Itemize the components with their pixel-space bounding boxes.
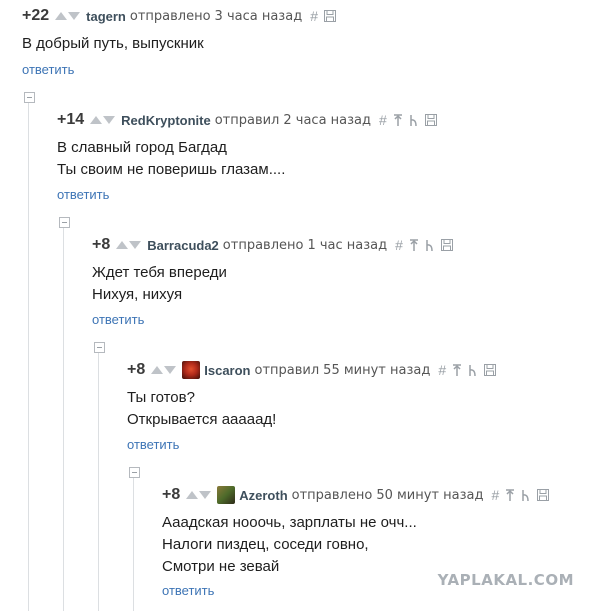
vote-down-icon[interactable] [103, 116, 116, 124]
username[interactable]: tagern [86, 9, 126, 24]
avatar[interactable] [217, 486, 236, 504]
comment-header: +8 Iscaron отправил 55 минут назад # [127, 360, 502, 380]
parent-arrow-icon[interactable] [409, 238, 419, 252]
comment-body: В славный город Багдад Ты своим не повер… [57, 139, 286, 178]
save-icon[interactable] [323, 10, 336, 22]
action-text: отправлено [291, 487, 373, 503]
hash-icon[interactable]: # [395, 237, 403, 253]
vote-down-icon[interactable] [164, 366, 177, 374]
save-icon[interactable] [440, 239, 453, 251]
collapse-toggle[interactable] [129, 467, 140, 478]
reply-link[interactable]: ответить [127, 437, 179, 452]
comment-body: Ждет тебя впереди Нихуя, нихуя [92, 264, 227, 303]
action-text: отправил [254, 362, 320, 378]
save-icon[interactable] [484, 364, 497, 376]
vote-down-icon[interactable] [68, 12, 81, 20]
branch-icon[interactable] [521, 489, 531, 502]
parent-arrow-icon[interactable] [452, 363, 462, 377]
username[interactable]: Barracuda2 [147, 238, 219, 253]
site-watermark: YAPLAKAL.COM [437, 571, 574, 589]
comment-header: +8 Azeroth отправлено 50 минут назад # [162, 485, 555, 505]
hash-icon[interactable]: # [438, 362, 446, 378]
comment-header: +22 tagern отправлено 3 часа назад # [22, 6, 342, 26]
rating: +8 [92, 236, 111, 253]
hash-icon[interactable]: # [310, 8, 318, 24]
vote-up-icon[interactable] [151, 366, 164, 374]
timestamp: 55 минут назад [323, 362, 431, 378]
save-icon[interactable] [537, 489, 550, 501]
vote-down-icon[interactable] [129, 241, 142, 249]
timestamp: 3 часа назад [214, 8, 303, 24]
vote-up-icon[interactable] [186, 491, 199, 499]
hash-icon[interactable]: # [379, 112, 387, 128]
avatar[interactable] [182, 361, 201, 379]
thread-line [133, 478, 134, 611]
hash-icon[interactable]: # [491, 487, 499, 503]
reply-link[interactable]: ответить [57, 187, 109, 202]
rating: +14 [57, 111, 85, 128]
action-text: отправлено [129, 8, 211, 24]
timestamp: 1 час назад [307, 237, 388, 253]
timestamp: 50 минут назад [376, 487, 484, 503]
thread-line [63, 228, 64, 611]
comment-body: Ты готов? Открывается ааааад! [127, 389, 277, 428]
parent-arrow-icon[interactable] [393, 113, 403, 127]
vote-up-icon[interactable] [116, 241, 129, 249]
comment-body: В добрый путь, выпускник [22, 35, 204, 52]
comment-header: +8 Barracuda2 отправлено 1 час назад # [92, 235, 459, 255]
branch-icon[interactable] [409, 114, 419, 127]
collapse-toggle[interactable] [24, 92, 35, 103]
save-icon[interactable] [424, 114, 437, 126]
vote-up-icon[interactable] [55, 12, 68, 20]
thread-line [28, 103, 29, 611]
timestamp: 2 часа назад [283, 112, 372, 128]
rating: +22 [22, 7, 50, 24]
action-text: отправил [214, 112, 280, 128]
username[interactable]: Azeroth [239, 488, 287, 503]
thread-line [98, 353, 99, 611]
reply-link[interactable]: ответить [92, 312, 144, 327]
rating: +8 [162, 486, 181, 503]
username[interactable]: RedKryptonite [121, 113, 211, 128]
branch-icon[interactable] [468, 364, 478, 377]
vote-up-icon[interactable] [90, 116, 103, 124]
reply-link[interactable]: ответить [162, 583, 214, 598]
action-text: отправлено [222, 237, 304, 253]
comment-header: +14 RedKryptonite отправил 2 часа назад … [57, 110, 443, 130]
username[interactable]: Iscaron [204, 363, 250, 378]
comment-body: Ааадская нооочь, зарплаты не очч... Нало… [162, 514, 417, 575]
vote-down-icon[interactable] [199, 491, 212, 499]
branch-icon[interactable] [425, 239, 435, 252]
reply-link[interactable]: ответить [22, 62, 74, 77]
collapse-toggle[interactable] [59, 217, 70, 228]
parent-arrow-icon[interactable] [505, 488, 515, 502]
collapse-toggle[interactable] [94, 342, 105, 353]
rating: +8 [127, 361, 146, 378]
